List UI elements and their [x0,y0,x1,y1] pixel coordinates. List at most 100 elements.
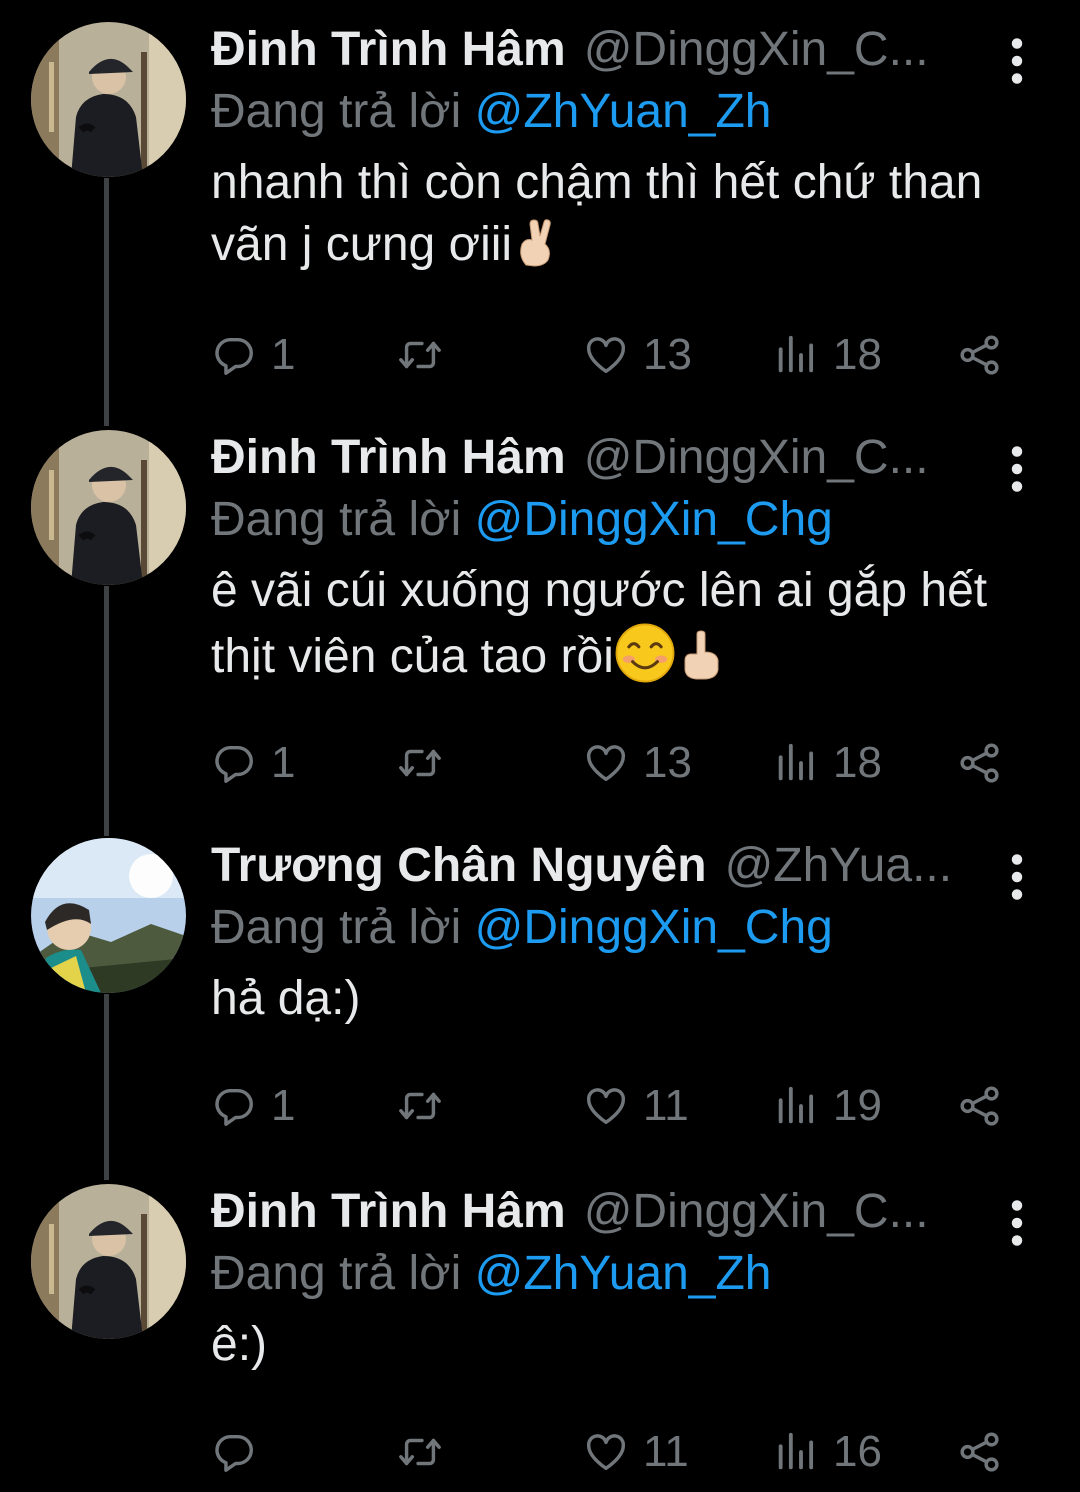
action-bar: 11 16 [211,1424,1011,1480]
action-bar: 1 11 19 [211,1078,1011,1134]
share-button[interactable] [957,1424,1017,1480]
replying-to: Đang trả lời @DinggXin_Chg [211,492,833,547]
views-button[interactable]: 16 [773,1424,882,1480]
retweet-icon [397,1429,443,1475]
like-icon [583,1083,629,1129]
mention-link[interactable]: @ZhYuan_Zh [475,1247,772,1300]
replying-prefix: Đang trả lời [211,901,462,954]
replying-to: Đang trả lời @ZhYuan_Zh [211,1246,772,1301]
reply-button[interactable]: 1 [211,327,295,383]
like-button[interactable]: 13 [583,327,692,383]
tweet[interactable]: Đinh Trình Hâm @DinggXin_C... Đang trả l… [0,22,1080,382]
reply-icon [211,332,257,378]
reply-count: 1 [271,330,296,379]
like-icon [583,1429,629,1475]
tweet-header: Đinh Trình Hâm @DinggXin_C... [211,430,929,490]
views-button[interactable]: 18 [773,735,882,791]
tweet-body: ê vãi cúi xuống ngước lên ai gắp hết thị… [211,564,988,683]
tweet[interactable]: Đinh Trình Hâm @DinggXin_C... Đang trả l… [0,430,1080,790]
mention-link[interactable]: @DinggXin_Chg [475,901,833,954]
like-button[interactable]: 11 [583,1078,689,1134]
share-button[interactable] [957,327,1017,383]
like-icon [583,332,629,378]
share-icon [957,1083,1003,1129]
tweet[interactable]: Đinh Trình Hâm @DinggXin_C... Đang trả l… [0,1184,1080,1484]
pointing-up-emoji [676,630,726,680]
more-options-icon[interactable] [1002,36,1032,86]
avatar[interactable] [31,838,186,993]
share-icon [957,1429,1003,1475]
replying-prefix: Đang trả lời [211,493,462,546]
user-handle[interactable]: @DinggXin_C... [584,430,929,485]
share-button[interactable] [957,735,1017,791]
more-options-icon[interactable] [1002,1198,1032,1248]
like-count: 13 [643,738,692,787]
retweet-button[interactable] [397,735,457,791]
like-count: 13 [643,330,692,379]
share-icon [957,740,1003,786]
avatar[interactable] [31,430,186,585]
views-icon [773,1083,819,1129]
tweet-text: ê vãi cúi xuống ngước lên ai gắp hết thị… [211,560,1031,688]
avatar[interactable] [31,22,186,177]
retweet-button[interactable] [397,327,457,383]
more-options-icon[interactable] [1002,852,1032,902]
replying-prefix: Đang trả lời [211,1247,462,1300]
like-count: 11 [643,1427,689,1476]
crossed-fingers-emoji [512,218,562,268]
more-options-icon[interactable] [1002,444,1032,494]
view-count: 18 [833,738,882,787]
tweet-header: Trương Chân Nguyên @ZhYua... [211,838,952,898]
user-handle[interactable]: @DinggXin_C... [584,1184,929,1239]
mention-link[interactable]: @DinggXin_Chg [475,493,833,546]
tweet-body: nhanh thì còn chậm thì hết chứ than vãn … [211,156,983,271]
views-button[interactable]: 19 [773,1078,882,1134]
tweet-body: ê:) [211,1318,268,1371]
action-bar: 1 13 18 [211,327,1011,383]
reply-count: 1 [271,1081,296,1130]
avatar[interactable] [31,1184,186,1339]
display-name[interactable]: Trương Chân Nguyên [211,838,707,893]
view-count: 18 [833,330,882,379]
display-name[interactable]: Đinh Trình Hâm [211,430,566,485]
retweet-icon [397,740,443,786]
like-count: 11 [643,1081,689,1130]
like-icon [583,740,629,786]
views-icon [773,1429,819,1475]
tweet-header: Đinh Trình Hâm @DinggXin_C... [211,22,929,82]
tweet-header: Đinh Trình Hâm @DinggXin_C... [211,1184,929,1244]
display-name[interactable]: Đinh Trình Hâm [211,1184,566,1239]
retweet-button[interactable] [397,1078,457,1134]
views-icon [773,332,819,378]
share-button[interactable] [957,1078,1017,1134]
tweet-body: hả dạ:) [211,972,361,1025]
like-button[interactable]: 11 [583,1424,689,1480]
retweet-icon [397,332,443,378]
replying-to: Đang trả lời @ZhYuan_Zh [211,84,772,139]
share-icon [957,332,1003,378]
user-handle[interactable]: @ZhYua... [725,838,953,893]
reply-button[interactable] [211,1424,271,1480]
views-button[interactable]: 18 [773,327,882,383]
tweet-text: hả dạ:) [211,968,1031,1030]
reply-icon [211,740,257,786]
reply-button[interactable]: 1 [211,735,295,791]
replying-to: Đang trả lời @DinggXin_Chg [211,900,833,955]
reply-icon [211,1429,257,1475]
reply-count: 1 [271,738,296,787]
tweet-text: nhanh thì còn chậm thì hết chứ than vãn … [211,152,1031,276]
user-handle[interactable]: @DinggXin_C... [584,22,929,77]
tweet[interactable]: Trương Chân Nguyên @ZhYua... Đang trả lờ… [0,838,1080,1143]
action-bar: 1 13 18 [211,735,1011,791]
view-count: 16 [833,1427,882,1476]
mention-link[interactable]: @ZhYuan_Zh [475,85,772,138]
reply-button[interactable]: 1 [211,1078,295,1134]
like-button[interactable]: 13 [583,735,692,791]
display-name[interactable]: Đinh Trình Hâm [211,22,566,77]
views-icon [773,740,819,786]
smiling-face-emoji [614,622,676,684]
replying-prefix: Đang trả lời [211,85,462,138]
retweet-icon [397,1083,443,1129]
retweet-button[interactable] [397,1424,457,1480]
reply-icon [211,1083,257,1129]
